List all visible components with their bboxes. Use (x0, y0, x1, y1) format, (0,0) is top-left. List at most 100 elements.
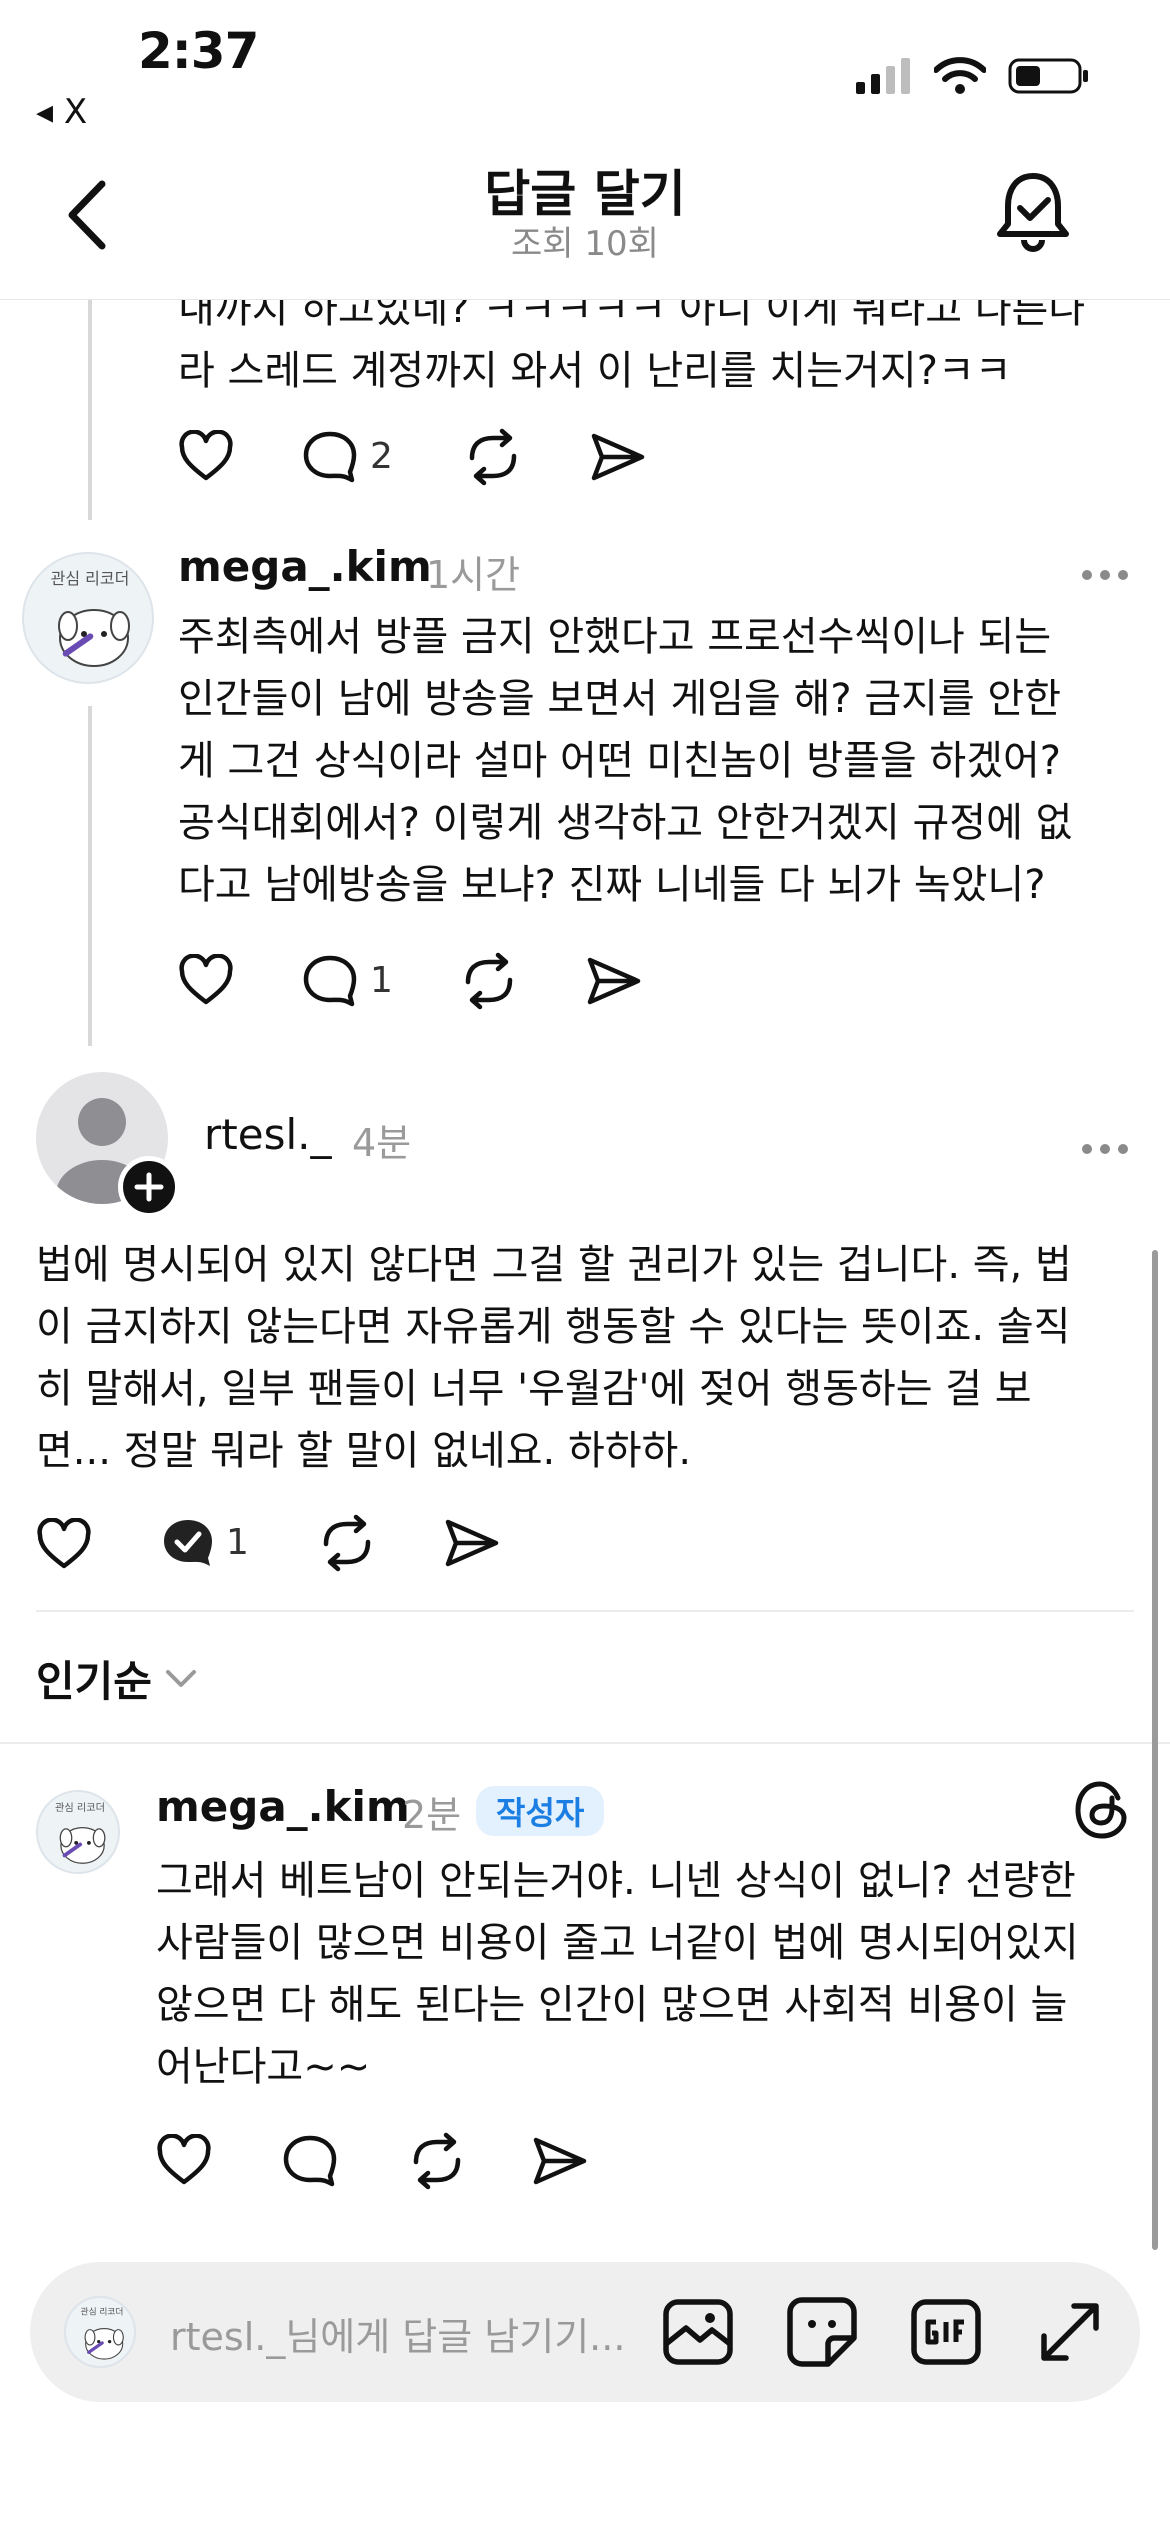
sort-dropdown[interactable]: 인기순 (36, 1648, 198, 1709)
repost-icon (323, 1514, 371, 1572)
cellular-signal-icon (856, 58, 910, 94)
notify-button[interactable] (992, 168, 1074, 258)
sort-label: 인기순 (36, 1657, 152, 1706)
post-username[interactable]: mega_.kim (178, 542, 432, 591)
reply-button[interactable] (302, 954, 358, 1012)
threads-logo[interactable] (1074, 1780, 1130, 1844)
composer-avatar: 관심 리코더 (64, 2296, 136, 2368)
post-time: 1시간 (426, 553, 521, 597)
reply-button[interactable] (282, 2134, 338, 2192)
share-button[interactable] (532, 2134, 588, 2192)
reply-line: 그래서 베트남이 안되는거야. 니넨 상식이 없니? 선량한 (156, 1858, 1076, 1904)
reply-count: 2 (370, 436, 393, 477)
share-button[interactable] (586, 954, 642, 1012)
send-icon (445, 1519, 499, 1567)
repost-icon (469, 428, 517, 486)
gif-button[interactable] (906, 2292, 986, 2372)
post-text: 법에 명시되어 있지 않다면 그걸 할 권리가 있는 겁니다. 즉, 법 이 금… (36, 1234, 1072, 1482)
back-to-app-link[interactable]: ◂ X (36, 92, 87, 132)
reply-text: 그래서 베트남이 안되는거야. 니넨 상식이 없니? 선량한 사람들이 많으면 … (156, 1850, 1079, 2098)
like-button[interactable] (156, 2133, 212, 2190)
speech-bubble-icon (303, 955, 357, 1007)
replied-bubble-icon (164, 1520, 212, 1566)
sticker-icon (787, 2297, 857, 2367)
reply-button[interactable] (302, 430, 358, 488)
gif-icon (911, 2299, 981, 2365)
avatar[interactable]: 관심 리코더 (22, 552, 154, 684)
avatar[interactable]: 관심 리코더 (36, 1790, 120, 1874)
divider (36, 1610, 1134, 1612)
dog-avatar-icon: 관심 리코더 (55, 1802, 106, 1864)
post-line: 다고 남에방송을 보냐? 진짜 니네들 다 뇌가 녹았니? (178, 862, 1046, 908)
reply-composer[interactable]: 관심 리코더 rtesl._님에게 답글 남기기... (30, 2262, 1140, 2402)
reply-line: 어난다고~~ (156, 2044, 371, 2090)
expand-button[interactable] (1030, 2292, 1110, 2372)
heart-icon (179, 429, 233, 481)
follow-button[interactable] (118, 1156, 180, 1218)
repost-icon (465, 952, 513, 1010)
nav-header: 답글 달기 조회 10회 (0, 140, 1170, 300)
image-button[interactable] (658, 2292, 738, 2372)
reply-count: 1 (226, 1522, 249, 1563)
post-line: 주최측에서 방플 금지 안했다고 프로선수씩이나 되는 (178, 614, 1052, 660)
post-line: 인간들이 남에 방송을 보면서 게임을 해? 금지를 안한 (178, 676, 1062, 722)
expand-icon (1041, 2303, 1099, 2361)
reply-username[interactable]: mega_.kim (156, 1782, 410, 1831)
share-button[interactable] (444, 1516, 500, 1574)
replied-indicator[interactable] (160, 1516, 216, 1574)
dog-avatar-icon: 관심 리코더 (81, 2306, 124, 2360)
status-time: 2:37 (138, 22, 259, 80)
heart-icon (157, 2133, 211, 2185)
like-button[interactable] (178, 429, 234, 486)
chevron-down-icon (165, 1669, 196, 1687)
repost-button[interactable] (408, 2132, 466, 2194)
svg-text:관심 리코더: 관심 리코더 (51, 569, 130, 588)
thread-line (88, 300, 92, 520)
scrollbar[interactable] (1152, 1250, 1158, 2250)
post-time: 4분 (352, 1121, 412, 1165)
post-line: 이 금지하지 않는다면 자유롭게 행동할 수 있다는 뜻이죠. 솔직 (36, 1304, 1071, 1350)
svg-text:관심 리코더: 관심 리코더 (81, 2306, 124, 2317)
repost-button[interactable] (318, 1514, 376, 1576)
author-badge: 작성자 (476, 1786, 605, 1836)
speech-bubble-icon (303, 431, 357, 483)
svg-text:관심 리코더: 관심 리코더 (55, 1802, 105, 1814)
reply-time: 2분 (402, 1793, 462, 1837)
more-dots-icon (1082, 1144, 1128, 1154)
post-username[interactable]: rtesl._ (204, 1110, 331, 1159)
more-options-button[interactable] (1080, 1120, 1130, 1166)
divider (0, 1742, 1170, 1744)
post-line: 법에 명시되어 있지 않다면 그걸 할 권리가 있는 겁니다. 즉, 법 (36, 1242, 1072, 1288)
like-button[interactable] (36, 1517, 92, 1574)
wifi-icon (934, 57, 986, 94)
post-line: 히 말해서, 일부 팬들이 너무 '우월감'에 젖어 행동하는 걸 보 (36, 1366, 1032, 1412)
status-icons (856, 56, 1090, 96)
send-icon (533, 2137, 587, 2185)
repost-button[interactable] (464, 428, 522, 490)
thread-line (88, 706, 92, 1046)
send-icon (587, 957, 641, 1005)
bell-check-icon (997, 173, 1069, 252)
share-button[interactable] (590, 430, 646, 488)
post-line: 공식대회에서? 이렇게 생각하고 안한거겠지 규정에 없 (178, 800, 1073, 846)
plus-icon (134, 1172, 164, 1202)
post-text: 주최측에서 방플 금지 안했다고 프로선수씩이나 되는 인간들이 남에 방송을 … (178, 606, 1072, 916)
like-button[interactable] (178, 953, 234, 1010)
dog-avatar-icon: 관심 리코더 (51, 569, 130, 667)
heart-icon (37, 1517, 91, 1569)
image-icon (663, 2299, 733, 2365)
reply-count: 1 (370, 960, 393, 1001)
more-dots-icon (1082, 570, 1128, 580)
send-icon (591, 433, 645, 481)
sticker-button[interactable] (782, 2292, 862, 2372)
reply-input[interactable]: rtesl._님에게 답글 남기기... (170, 2306, 625, 2361)
post-line: 면... 정말 뭐라 할 말이 없네요. 하하하. (36, 1428, 692, 1474)
post-line: 게 그건 상식이라 설마 어떤 미친놈이 방플을 하겠어? (178, 738, 1062, 784)
repost-button[interactable] (460, 952, 518, 1014)
post-line: 라 스레드 계정까지 와서 이 난리를 치는거지?ㅋㅋ (178, 348, 1012, 394)
speech-bubble-icon (283, 2135, 337, 2187)
more-options-button[interactable] (1080, 546, 1130, 592)
threads-logo-icon (1075, 1781, 1127, 1839)
heart-icon (179, 953, 233, 1005)
repost-icon (413, 2132, 461, 2190)
